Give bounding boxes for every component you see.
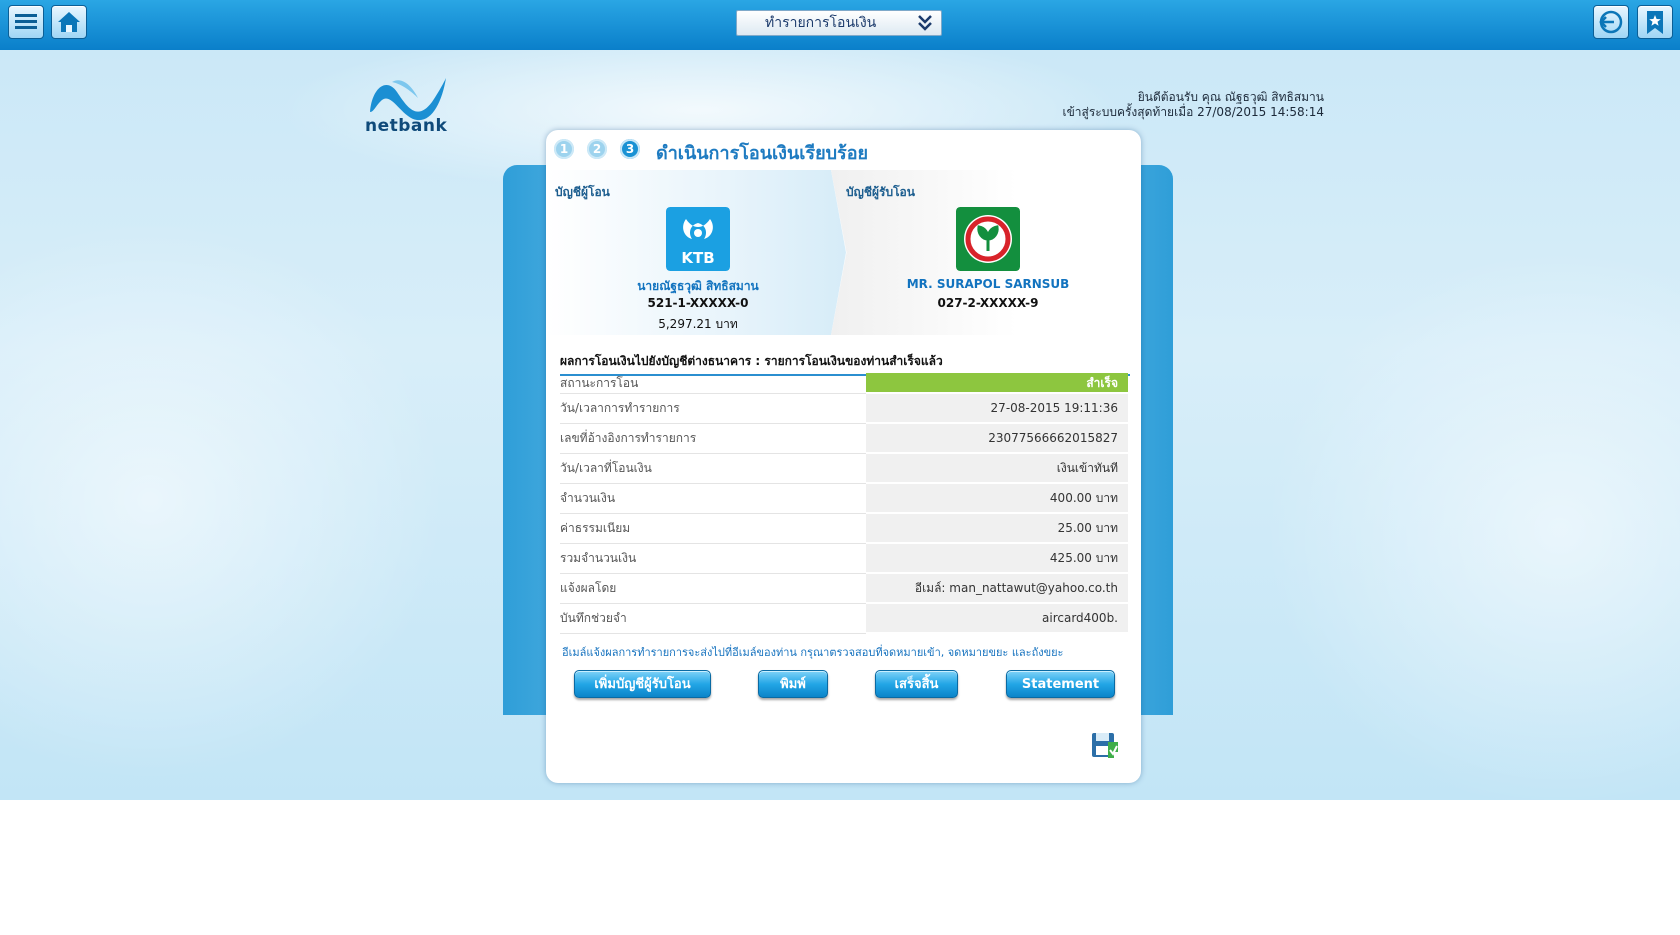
step-3-indicator: 3: [620, 139, 640, 159]
row-value: อีเมล์: man_nattawut@yahoo.co.th: [866, 574, 1128, 603]
transfer-result-card: 1 2 3 ดำเนินการโอนเงินเรียบร้อย บัญชีผู้…: [546, 130, 1141, 783]
table-row: จำนวนเงิน 400.00 บาท: [560, 484, 1128, 514]
from-account-balance: 5,297.21 บาท: [658, 317, 738, 331]
to-account-number: 027-2-XXXXX-9: [937, 296, 1039, 310]
transaction-menu-label: ทำรายการโอนเงิน: [765, 15, 877, 31]
row-value: 400.00 บาท: [866, 484, 1128, 513]
table-row: บันทึกช่วยจำ aircard400b.: [560, 604, 1128, 634]
row-label: วัน/เวลาที่โอนเงิน: [560, 454, 866, 484]
table-row: รวมจำนวนเงิน 425.00 บาท: [560, 544, 1128, 574]
step-2-indicator: 2: [587, 139, 607, 159]
table-row: สถานะการโอน สำเร็จ: [560, 373, 1128, 394]
row-value: 25.00 บาท: [866, 514, 1128, 543]
row-value: 23077566662015827: [866, 424, 1128, 453]
table-row: เลขที่อ้างอิงการทำรายการ 230775666620158…: [560, 424, 1128, 454]
to-account-name: MR. SURAPOL SARNSUB: [906, 277, 1070, 291]
table-row: วัน/เวลาการทำรายการ 27-08-2015 19:11:36: [560, 394, 1128, 424]
print-button[interactable]: พิมพ์: [758, 670, 828, 698]
row-label: ค่าธรรมเนียม: [560, 514, 866, 544]
email-notice: อีเมล์แจ้งผลการทำรายการจะส่งไปที่อีเมล์ข…: [562, 646, 1064, 659]
logout-icon: [1599, 10, 1623, 34]
row-value: 27-08-2015 19:11:36: [866, 394, 1128, 423]
row-label: รวมจำนวนเงิน: [560, 544, 866, 574]
row-value: aircard400b.: [866, 604, 1128, 633]
table-row: ค่าธรรมเนียม 25.00 บาท: [560, 514, 1128, 544]
top-bar: ทำรายการโอนเงิน: [0, 0, 1680, 50]
step-1-indicator: 1: [554, 139, 574, 159]
row-value: 425.00 บาท: [866, 544, 1128, 573]
home-button[interactable]: [51, 5, 87, 39]
row-label: แจ้งผลโดย: [560, 574, 866, 604]
menu-button[interactable]: [8, 5, 44, 39]
status-badge: สำเร็จ: [866, 373, 1128, 393]
transaction-menu-select[interactable]: ทำรายการโอนเงิน: [736, 10, 942, 36]
kasikorn-bank-logo: [956, 207, 1020, 271]
row-value: เงินเข้าทันที: [866, 454, 1128, 483]
favorites-button[interactable]: [1637, 5, 1673, 39]
ktb-bank-logo: KTB: [666, 207, 730, 271]
last-login: เข้าสู่ระบบครั้งสุดท้ายเมื่อ 27/08/2015 …: [1062, 105, 1324, 119]
welcome-info: ยินดีต้อนรับ คุณ ณัฐธวุฒิ สิทธิสมาน เข้า…: [1062, 90, 1324, 120]
done-button[interactable]: เสร็จสิ้น: [875, 670, 958, 698]
row-label: บันทึกช่วยจำ: [560, 604, 866, 634]
home-icon: [58, 12, 80, 32]
row-label: เลขที่อ้างอิงการทำรายการ: [560, 424, 866, 454]
from-account-label: บัญชีผู้โอน: [555, 185, 610, 199]
from-account-name: นายณัฐธวุฒิ สิทธิสมาน: [637, 279, 759, 293]
row-label: สถานะการโอน: [560, 373, 866, 394]
table-row: แจ้งผลโดย อีเมล์: man_nattawut@yahoo.co.…: [560, 574, 1128, 604]
welcome-greeting: ยินดีต้อนรับ คุณ ณัฐธวุฒิ สิทธิสมาน: [1137, 90, 1324, 104]
table-row: วัน/เวลาที่โอนเงิน เงินเข้าทันที: [560, 454, 1128, 484]
hamburger-icon: [15, 14, 37, 29]
save-icon[interactable]: [1090, 730, 1120, 760]
logout-button[interactable]: [1593, 5, 1629, 39]
row-label: วัน/เวลาการทำรายการ: [560, 394, 866, 424]
statement-button[interactable]: Statement: [1006, 670, 1115, 698]
netbank-logo-text: netbank: [365, 116, 448, 136]
add-payee-button[interactable]: เพิ่มบัญชีผู้รับโอน: [574, 670, 711, 698]
bookmark-star-icon: [1647, 11, 1663, 34]
page-title: ดำเนินการโอนเงินเรียบร้อย: [656, 143, 869, 164]
row-label: จำนวนเงิน: [560, 484, 866, 514]
ktb-logo-text: KTB: [681, 249, 714, 267]
to-account-label: บัญชีผู้รับโอน: [846, 185, 915, 199]
from-account-number: 521-1-XXXXX-0: [647, 296, 749, 310]
transaction-details-table: สถานะการโอน สำเร็จ วัน/เวลาการทำรายการ 2…: [560, 373, 1128, 634]
double-chevron-down-icon: [918, 15, 932, 31]
